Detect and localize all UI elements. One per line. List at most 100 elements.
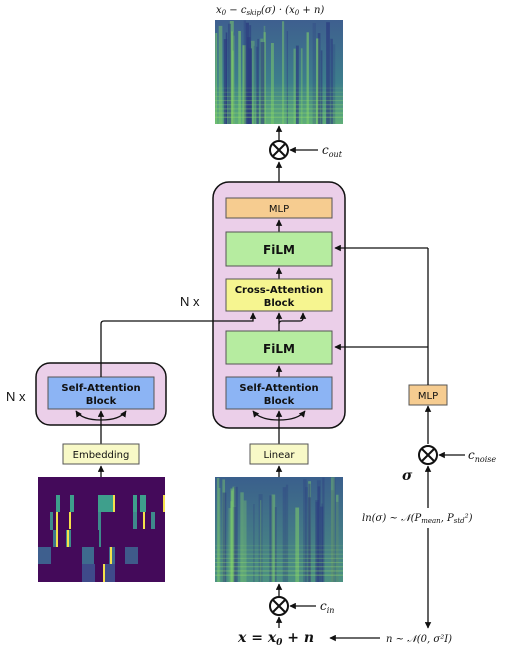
spectrogram-texture [215,562,343,564]
piano-roll-note [82,564,95,582]
spectrogram-texture [271,494,276,582]
spectrogram-texture [231,31,233,124]
spectrogram-texture [222,492,227,582]
multiply-noise-icon [418,445,438,465]
spectrogram-texture [215,574,343,576]
noise-distribution: n ~ 𝒩(0, σ²I) [386,634,452,645]
piano-roll-note [103,564,105,582]
piano-roll-note [67,530,69,547]
spectrogram-texture [215,112,343,114]
svg-text:Embedding: Embedding [73,450,130,461]
piano-roll-note [82,547,94,564]
piano-roll-note [125,547,138,564]
multiply-in-icon [269,596,289,616]
piano-roll-note [56,495,60,512]
spectrogram-texture [238,30,241,124]
spectrogram-texture [295,45,299,125]
linear-layer: Linear [249,443,309,465]
piano-roll-note [99,530,101,547]
spectrogram-texture [285,484,289,582]
piano-roll-note [69,512,71,529]
piano-roll-note [163,495,165,512]
encoder-repeat-label: N x [6,389,26,404]
spectrogram-texture [253,504,255,582]
svg-text:FiLM: FiLM [263,342,295,356]
spectrogram-texture [215,553,343,555]
spectrogram-texture [233,486,238,582]
spectrogram-texture [215,108,343,110]
spectrogram-texture [215,100,343,102]
decoder-mlp-block: MLP [225,197,333,219]
spectrogram-texture [282,487,287,582]
spectrogram-texture [215,557,343,559]
spectrogram-texture [215,104,343,106]
spectrogram-texture [335,501,339,582]
spectrogram-texture [317,33,321,124]
svg-text:Self-Attention: Self-Attention [61,383,140,394]
film-bottom-block: FiLM [225,330,333,365]
spectrogram-texture [308,483,311,582]
svg-text:FiLM: FiLM [263,243,295,257]
sigma-label: σ [402,468,413,484]
spectrogram-texture [215,87,343,89]
sigma-distribution: ln(σ) ~ 𝒩(Pmean, Pstd²) [362,513,473,525]
c-noise-label: cnoise [468,448,496,464]
spectrogram-texture [306,32,309,124]
spectrogram-texture [223,39,228,125]
output-spectrogram [215,20,343,125]
film-top-block: FiLM [225,231,333,267]
svg-text:Linear: Linear [263,450,295,461]
piano-roll-note [53,530,56,547]
spectrogram-texture [246,37,251,124]
diagram-canvas: x0 − cskip(σ) · (x0 + n) cout MLP FiLM C… [6,5,496,648]
spectrogram-texture [258,494,263,582]
output-formula: x0 − cskip(σ) · (x0 + n) [216,5,324,17]
spectrogram-texture [215,566,343,568]
noise-mlp-block: MLP [408,384,448,406]
spectrogram-texture [215,570,343,572]
piano-roll-note [151,512,155,529]
piano-roll-note [133,512,137,529]
spectrogram-texture [253,45,255,124]
spectrogram-texture [215,116,343,118]
spectrogram-texture [315,501,319,582]
svg-text:Block: Block [264,396,295,407]
spectrogram-texture [215,91,343,93]
piano-roll-note [133,495,137,512]
piano-roll-note [104,564,115,582]
spectrogram-texture [215,545,343,547]
svg-text:MLP: MLP [418,391,438,402]
encoder-self-attention-block: Self-Attention Block [47,376,155,410]
piano-roll-note [98,495,115,512]
spectrogram-texture [243,500,247,582]
svg-text:Self-Attention: Self-Attention [239,383,318,394]
svg-text:Block: Block [264,298,295,309]
spectrogram-texture [215,95,343,97]
piano-roll-note [110,547,112,564]
spectrogram-texture [260,42,265,124]
noisy-input-formula: x = x0 + n [237,630,314,648]
spectrogram-texture [270,43,274,125]
piano-roll-note [98,512,101,530]
decoder-repeat-label: N x [180,294,200,309]
piano-roll-note [140,495,146,512]
embedding-layer: Embedding [62,443,140,465]
spectrogram-texture [240,492,244,582]
input-spectrogram [215,477,343,582]
piano-roll-note [50,512,53,530]
spectrogram-texture [215,33,218,124]
piano-roll-note [38,547,51,564]
svg-text:MLP: MLP [269,204,289,215]
piano-roll-note [113,495,115,512]
spectrogram-texture [286,31,288,124]
piano-roll-note [56,512,58,547]
spectrogram-texture [215,549,343,551]
svg-text:Block: Block [86,396,117,407]
piano-roll-note [143,512,145,529]
svg-text:Cross-Attention: Cross-Attention [235,285,324,296]
spectrogram-texture [257,38,259,125]
cross-attention-block: Cross-Attention Block [225,278,333,312]
c-in-label: cin [320,599,334,615]
spectrogram-texture [330,38,333,124]
piano-roll-note [70,495,74,512]
